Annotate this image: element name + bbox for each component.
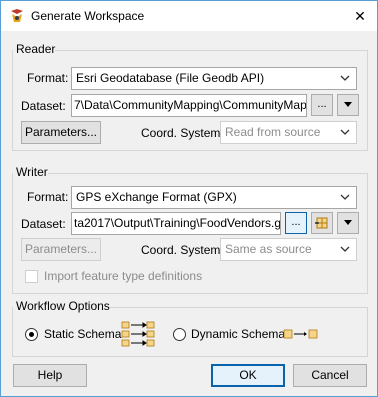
writer-group: Writer Format: GPS eXchange Format (GPX)… bbox=[12, 164, 368, 294]
writer-feature-types-button[interactable] bbox=[311, 212, 333, 234]
writer-dataset-field[interactable]: ta2017\Output\Training\FoodVendors.gpx bbox=[71, 212, 281, 235]
writer-dataset-menu-button[interactable] bbox=[337, 212, 359, 234]
reader-dataset-label: Dataset: bbox=[21, 99, 66, 113]
static-schema-label: Static Schema bbox=[44, 327, 122, 341]
writer-format-select[interactable]: GPS eXchange Format (GPX) bbox=[71, 186, 357, 209]
close-icon[interactable]: ✕ bbox=[349, 5, 371, 27]
writer-format-label: Format: bbox=[27, 190, 69, 204]
generate-workspace-dialog: Generate Workspace ✕ Reader Format: Esri… bbox=[0, 0, 378, 397]
chevron-down-icon bbox=[340, 194, 350, 200]
triangle-down-icon bbox=[344, 220, 352, 225]
dynamic-schema-icon bbox=[283, 329, 318, 339]
writer-dataset-label: Dataset: bbox=[21, 217, 66, 231]
static-schema-icon bbox=[121, 321, 155, 347]
ok-button[interactable]: OK bbox=[211, 364, 285, 387]
writer-coord-value: Same as source bbox=[225, 242, 312, 256]
reader-format-value: Esri Geodatabase (File Geodb API) bbox=[76, 71, 265, 85]
writer-coord-label: Coord. System: bbox=[141, 243, 224, 257]
fme-app-icon bbox=[11, 9, 23, 22]
reader-dataset-field[interactable]: 7\Data\CommunityMapping\CommunityMap.gdb bbox=[71, 94, 307, 117]
writer-coord-select[interactable]: Same as source bbox=[220, 238, 357, 261]
window-title: Generate Workspace bbox=[31, 9, 145, 23]
workflow-group-label: Workflow Options bbox=[13, 298, 110, 314]
reader-coord-value: Read from source bbox=[225, 125, 321, 139]
dynamic-schema-label: Dynamic Schema bbox=[191, 327, 286, 341]
reader-group-label: Reader bbox=[13, 41, 56, 57]
feature-type-icon bbox=[315, 217, 328, 229]
workflow-options-group: Workflow Options Static Schema Dynamic S… bbox=[12, 298, 368, 357]
triangle-down-icon bbox=[344, 102, 352, 107]
reader-dataset-menu-button[interactable] bbox=[337, 94, 359, 116]
reader-parameters-button[interactable]: Parameters... bbox=[21, 121, 101, 144]
import-feature-types-label: Import feature type definitions bbox=[44, 269, 203, 283]
reader-dataset-value: 7\Data\CommunityMapping\CommunityMap.gdb bbox=[74, 98, 307, 112]
reader-format-label: Format: bbox=[27, 71, 69, 85]
title-bar: Generate Workspace ✕ bbox=[1, 1, 377, 31]
writer-group-label: Writer bbox=[13, 164, 48, 180]
import-feature-types-checkbox[interactable] bbox=[25, 270, 38, 283]
cancel-button[interactable]: Cancel bbox=[293, 364, 367, 387]
reader-coord-label: Coord. System: bbox=[141, 126, 224, 140]
dynamic-schema-radio[interactable] bbox=[173, 328, 186, 341]
reader-coord-select[interactable]: Read from source bbox=[220, 121, 357, 144]
reader-format-select[interactable]: Esri Geodatabase (File Geodb API) bbox=[71, 67, 357, 90]
chevron-down-icon bbox=[340, 75, 350, 81]
chevron-down-icon bbox=[340, 246, 350, 252]
help-button[interactable]: Help bbox=[13, 364, 87, 387]
static-schema-radio[interactable] bbox=[25, 328, 38, 341]
writer-parameters-button[interactable]: Parameters... bbox=[21, 238, 101, 261]
reader-browse-button[interactable]: ... bbox=[311, 94, 333, 116]
chevron-down-icon bbox=[340, 129, 350, 135]
writer-format-value: GPS eXchange Format (GPX) bbox=[76, 190, 237, 204]
writer-dataset-value: ta2017\Output\Training\FoodVendors.gpx bbox=[74, 216, 281, 230]
reader-group: Reader Format: Esri Geodatabase (File Ge… bbox=[12, 41, 368, 151]
writer-browse-button[interactable]: ... bbox=[285, 212, 307, 234]
